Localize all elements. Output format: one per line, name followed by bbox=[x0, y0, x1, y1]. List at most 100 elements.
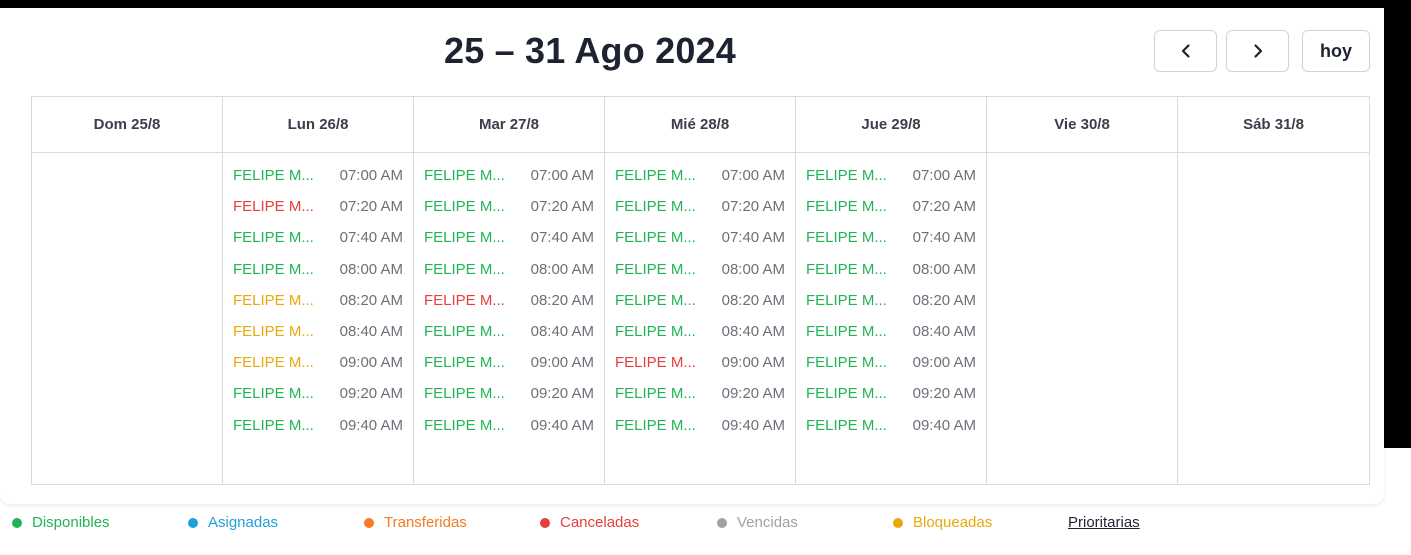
slot-professional-name: FELIPE M... bbox=[806, 167, 887, 185]
appointment-slot[interactable]: FELIPE M... 08:00 AM bbox=[414, 254, 604, 285]
day-header: Sáb 31/8 bbox=[1178, 97, 1369, 153]
appointment-slot[interactable]: FELIPE M... 09:20 AM bbox=[223, 378, 413, 409]
slot-professional-name: FELIPE M... bbox=[424, 416, 505, 434]
day-header: Mié 28/8 bbox=[605, 97, 796, 153]
slot-time: 09:20 AM bbox=[721, 385, 785, 403]
appointment-slot[interactable]: FELIPE M... 08:20 AM bbox=[796, 285, 986, 316]
slot-time: 07:20 AM bbox=[912, 198, 976, 216]
slot-professional-name: FELIPE M... bbox=[233, 416, 314, 434]
slot-professional-name: FELIPE M... bbox=[806, 416, 887, 434]
day-header: Lun 26/8 bbox=[223, 97, 414, 153]
chevron-left-icon bbox=[1181, 44, 1190, 58]
slot-time: 09:20 AM bbox=[912, 385, 976, 403]
appointment-slot[interactable]: FELIPE M... 09:40 AM bbox=[796, 410, 986, 441]
appointment-slot[interactable]: FELIPE M... 08:40 AM bbox=[223, 316, 413, 347]
appointment-slot[interactable]: FELIPE M... 09:40 AM bbox=[414, 410, 604, 441]
slot-professional-name: FELIPE M... bbox=[424, 229, 505, 247]
appointment-slot[interactable]: FELIPE M... 08:20 AM bbox=[414, 285, 604, 316]
slot-professional-name: FELIPE M... bbox=[806, 229, 887, 247]
legend-item-expired[interactable]: Vencidas bbox=[717, 514, 798, 531]
appointment-slot[interactable]: FELIPE M... 09:40 AM bbox=[605, 410, 795, 441]
week-range-title: 25 – 31 Ago 2024 bbox=[443, 30, 737, 71]
slot-time: 07:00 AM bbox=[339, 167, 403, 185]
slot-time: 07:40 AM bbox=[339, 229, 403, 247]
appointment-slot[interactable]: FELIPE M... 09:00 AM bbox=[223, 347, 413, 378]
appointment-slot[interactable]: FELIPE M... 09:20 AM bbox=[796, 378, 986, 409]
slot-professional-name: FELIPE M... bbox=[424, 260, 505, 278]
slot-time: 08:20 AM bbox=[721, 291, 785, 309]
status-dot-icon bbox=[717, 517, 727, 528]
slot-professional-name: FELIPE M... bbox=[806, 323, 887, 341]
appointment-slot[interactable]: FELIPE M... 07:40 AM bbox=[796, 222, 986, 253]
appointment-slot[interactable]: FELIPE M... 07:40 AM bbox=[605, 222, 795, 253]
slot-time: 08:20 AM bbox=[339, 291, 403, 309]
appointment-slot[interactable]: FELIPE M... 07:00 AM bbox=[605, 160, 795, 191]
day-header: Dom 25/8 bbox=[32, 97, 223, 153]
legend-label: Transferidas bbox=[384, 514, 467, 531]
appointment-slot[interactable]: FELIPE M... 09:00 AM bbox=[796, 347, 986, 378]
appointment-slot[interactable]: FELIPE M... 09:40 AM bbox=[223, 410, 413, 441]
slot-time: 09:20 AM bbox=[530, 385, 594, 403]
appointment-slot[interactable]: FELIPE M... 08:40 AM bbox=[796, 316, 986, 347]
appointment-slot[interactable]: FELIPE M... 09:00 AM bbox=[414, 347, 604, 378]
day-header: Jue 29/8 bbox=[796, 97, 987, 153]
appointment-slot[interactable]: FELIPE M... 08:40 AM bbox=[414, 316, 604, 347]
appointment-slot[interactable]: FELIPE M... 08:20 AM bbox=[223, 285, 413, 316]
legend-item-assigned[interactable]: Asignadas bbox=[188, 514, 278, 531]
slot-professional-name: FELIPE M... bbox=[233, 260, 314, 278]
slot-professional-name: FELIPE M... bbox=[233, 354, 314, 372]
slot-time: 09:40 AM bbox=[912, 416, 976, 434]
appointment-slot[interactable]: FELIPE M... 07:00 AM bbox=[796, 160, 986, 191]
legend-label: Asignadas bbox=[208, 514, 279, 531]
window-top-bar bbox=[0, 0, 1411, 8]
slot-time: 09:00 AM bbox=[912, 354, 976, 372]
slot-professional-name: FELIPE M... bbox=[233, 167, 314, 185]
appointment-slot[interactable]: FELIPE M... 07:20 AM bbox=[223, 191, 413, 222]
today-button[interactable]: hoy bbox=[1302, 30, 1370, 72]
slot-professional-name: FELIPE M... bbox=[615, 323, 696, 341]
appointment-slot[interactable]: FELIPE M... 08:00 AM bbox=[605, 254, 795, 285]
appointment-slot[interactable]: FELIPE M... 08:00 AM bbox=[223, 254, 413, 285]
slot-time: 07:40 AM bbox=[530, 229, 594, 247]
slot-time: 08:40 AM bbox=[912, 323, 976, 341]
slot-professional-name: FELIPE M... bbox=[615, 198, 696, 216]
appointment-slot[interactable]: FELIPE M... 07:00 AM bbox=[414, 160, 604, 191]
slot-time: 07:20 AM bbox=[339, 198, 403, 216]
slot-time: 09:40 AM bbox=[339, 416, 403, 434]
slot-professional-name: FELIPE M... bbox=[233, 198, 314, 216]
appointment-slot[interactable]: FELIPE M... 07:00 AM bbox=[223, 160, 413, 191]
slot-time: 08:00 AM bbox=[912, 260, 976, 278]
week-calendar-grid: Dom 25/8 Lun 26/8 Mar 27/8 Mié 28/8 Jue 29/8… bbox=[31, 96, 1370, 485]
previous-week-button[interactable] bbox=[1154, 30, 1217, 72]
appointment-slot[interactable]: FELIPE M... 07:20 AM bbox=[414, 191, 604, 222]
slot-professional-name: FELIPE M... bbox=[806, 198, 887, 216]
slot-time: 08:40 AM bbox=[721, 323, 785, 341]
next-week-button[interactable] bbox=[1226, 30, 1289, 72]
legend-item-prioritarias[interactable]: Prioritarias bbox=[1068, 514, 1140, 531]
appointment-slot[interactable]: FELIPE M... 08:20 AM bbox=[605, 285, 795, 316]
legend-item-cancelled[interactable]: Canceladas bbox=[540, 514, 639, 531]
appointment-slot[interactable]: FELIPE M... 07:40 AM bbox=[223, 222, 413, 253]
legend-label: Vencidas bbox=[737, 514, 798, 531]
appointment-slot[interactable]: FELIPE M... 09:20 AM bbox=[414, 378, 604, 409]
appointment-slot[interactable]: FELIPE M... 09:00 AM bbox=[605, 347, 795, 378]
appointment-slot[interactable]: FELIPE M... 07:20 AM bbox=[796, 191, 986, 222]
appointment-slot[interactable]: FELIPE M... 07:20 AM bbox=[605, 191, 795, 222]
slot-professional-name: FELIPE M... bbox=[615, 167, 696, 185]
slot-time: 07:00 AM bbox=[721, 167, 785, 185]
slot-professional-name: FELIPE M... bbox=[233, 291, 314, 309]
legend-item-transferred[interactable]: Transferidas bbox=[364, 514, 467, 531]
appointment-slot[interactable]: FELIPE M... 07:40 AM bbox=[414, 222, 604, 253]
appointment-slot[interactable]: FELIPE M... 08:00 AM bbox=[796, 254, 986, 285]
slot-professional-name: FELIPE M... bbox=[615, 354, 696, 372]
slot-time: 08:40 AM bbox=[339, 323, 403, 341]
slot-professional-name: FELIPE M... bbox=[615, 416, 696, 434]
day-header: Mar 27/8 bbox=[414, 97, 605, 153]
slot-time: 07:00 AM bbox=[530, 167, 594, 185]
appointment-slot[interactable]: FELIPE M... 09:20 AM bbox=[605, 378, 795, 409]
appointment-slot[interactable]: FELIPE M... 08:40 AM bbox=[605, 316, 795, 347]
legend-item-blocked[interactable]: Bloqueadas bbox=[893, 514, 992, 531]
slot-professional-name: FELIPE M... bbox=[424, 198, 505, 216]
slot-time: 08:20 AM bbox=[912, 291, 976, 309]
legend-item-available[interactable]: Disponibles bbox=[12, 514, 110, 531]
